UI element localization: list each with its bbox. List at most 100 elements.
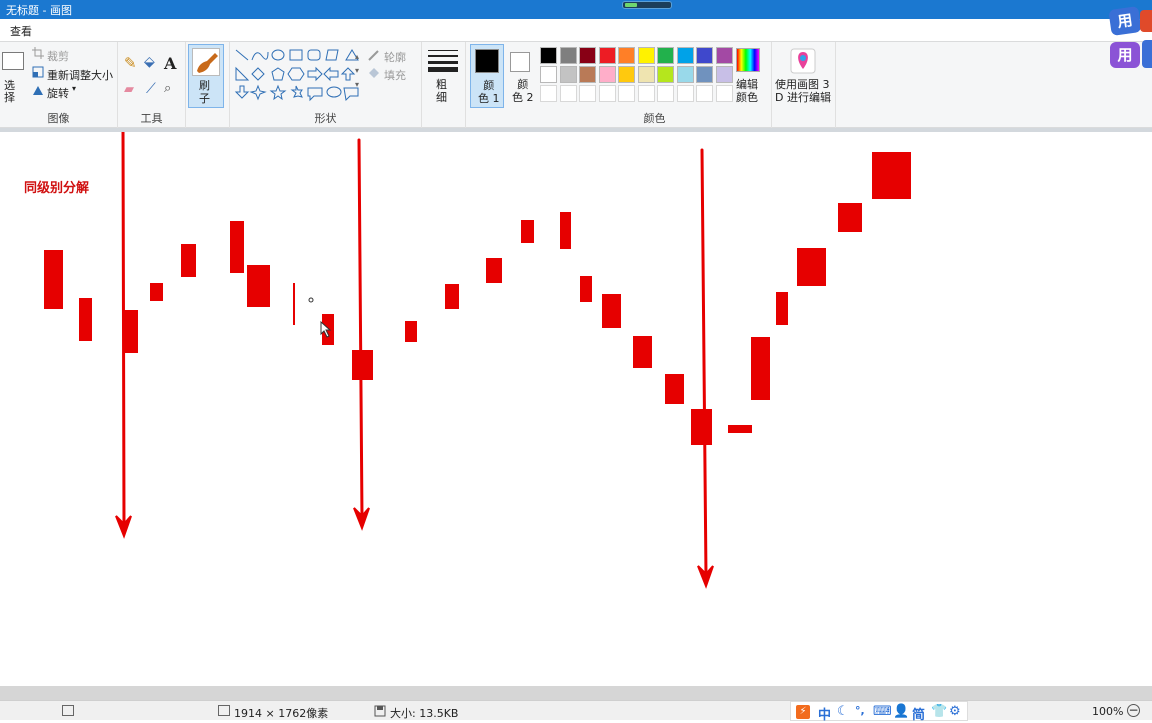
shapes-gallery[interactable]	[234, 48, 362, 104]
fill-icon[interactable]: ⬙	[144, 54, 155, 70]
color-swatch[interactable]	[540, 66, 557, 83]
tools-group: ✎ ⬙ A ▰ ⟋ ⌕ 工具	[118, 42, 186, 128]
ime-keyboard-icon[interactable]: ⌨	[873, 704, 892, 719]
red-block	[872, 152, 911, 199]
edit-colors-button[interactable]: 编辑 颜色	[736, 78, 758, 104]
fill-button[interactable]: 填充	[384, 67, 406, 83]
shapes-scroll[interactable]: ▴ ▾ ▾	[355, 50, 359, 92]
window-title: 无标题 - 画图	[6, 4, 72, 17]
custom-color-slot[interactable]	[618, 85, 635, 102]
paint3d-group: 使用画图 3 D 进行编辑	[772, 42, 836, 128]
dimensions-text: 1914 × 1762像素	[234, 707, 329, 720]
color-swatch[interactable]	[618, 47, 635, 64]
color-swatch[interactable]	[598, 66, 616, 83]
ime-user-icon[interactable]: 👤	[893, 704, 909, 719]
color1-button[interactable]: 颜 色 1	[470, 44, 504, 108]
custom-color-slot[interactable]	[676, 85, 694, 102]
color2-button[interactable]: 颜 色 2	[506, 44, 538, 108]
color-picker-icon[interactable]: ⟋	[146, 81, 156, 97]
edit-colors-icon[interactable]	[736, 48, 760, 72]
custom-color-slot[interactable]	[657, 85, 674, 102]
eraser-icon[interactable]: ▰	[124, 82, 134, 97]
color-swatch[interactable]	[559, 47, 577, 64]
color-swatch[interactable]	[579, 47, 596, 64]
brush-label: 刷 子	[199, 79, 210, 105]
ime-punct-icon[interactable]: °,	[855, 704, 865, 717]
red-block	[150, 283, 163, 301]
red-block	[691, 409, 712, 445]
color-swatch[interactable]	[540, 47, 557, 64]
custom-color-slot[interactable]	[559, 85, 577, 102]
down-arrow-line	[357, 138, 364, 520]
floating-widget-b[interactable]: 用	[1110, 42, 1140, 68]
red-block	[665, 374, 684, 404]
color-swatch[interactable]	[637, 47, 655, 64]
size-button[interactable]: 粗 细	[436, 78, 447, 104]
shapes-group-label: 形状	[314, 112, 337, 125]
canvas-scroll-area	[0, 686, 1152, 700]
tools-group-label: 工具	[140, 112, 163, 125]
cursor-position-icon	[62, 705, 74, 716]
red-block	[776, 292, 788, 325]
brush-button[interactable]: 刷 子	[188, 44, 224, 108]
red-block	[797, 248, 826, 286]
small-dot	[308, 297, 314, 303]
color-swatch[interactable]	[598, 47, 616, 64]
custom-color-slot[interactable]	[579, 85, 596, 102]
image-group-label: 图像	[47, 112, 70, 125]
color-swatch[interactable]	[579, 66, 596, 83]
color-swatch[interactable]	[696, 47, 713, 64]
rotate-button[interactable]: 旋转	[47, 85, 69, 101]
color-swatch[interactable]	[715, 47, 733, 64]
color-swatch[interactable]	[696, 66, 713, 83]
resize-button[interactable]: 重新调整大小	[47, 67, 113, 83]
color-swatch[interactable]	[657, 66, 674, 83]
paint3d-icon	[790, 48, 816, 74]
red-block	[560, 212, 571, 249]
color-swatch[interactable]	[559, 66, 577, 83]
menu-bar: 查看	[0, 19, 1152, 41]
red-block	[838, 203, 862, 232]
magnifier-icon[interactable]: ⌕	[164, 81, 171, 96]
brush-icon	[192, 48, 220, 76]
color-swatch[interactable]	[715, 66, 733, 83]
network-indicator	[622, 1, 672, 9]
fill-shape-icon	[369, 68, 379, 78]
zoom-out-button[interactable]: −	[1127, 704, 1140, 717]
text-icon[interactable]: A	[164, 54, 176, 73]
ime-simplified[interactable]: 简	[912, 704, 925, 723]
menu-view[interactable]: 查看	[10, 23, 32, 39]
select-icon[interactable]	[2, 52, 24, 70]
color-swatch[interactable]	[637, 66, 655, 83]
brush-group: 刷 子	[186, 42, 230, 128]
outline-button[interactable]: 轮廓	[384, 49, 406, 65]
custom-color-slot[interactable]	[540, 85, 557, 102]
dimensions-icon	[218, 705, 230, 716]
color-swatch[interactable]	[657, 47, 674, 64]
ime-moon-icon[interactable]: ☾	[837, 704, 849, 719]
pencil-icon[interactable]: ✎	[124, 54, 137, 72]
zoom-text: 100%	[1092, 705, 1124, 718]
ime-logo-icon[interactable]: ⚡	[796, 705, 810, 719]
drawing-canvas[interactable]: 同级别分解	[0, 132, 1152, 686]
paint3d-button[interactable]: 使用画图 3 D 进行编辑	[775, 78, 831, 104]
custom-color-slot[interactable]	[598, 85, 616, 102]
down-arrow-line	[700, 148, 708, 578]
custom-color-slot[interactable]	[715, 85, 733, 102]
size-group: 粗 细	[422, 42, 466, 128]
ime-skin-icon[interactable]: 👕	[931, 704, 947, 719]
ime-mode-chinese[interactable]: 中	[818, 704, 831, 723]
select-button[interactable]: 选 择	[4, 80, 15, 104]
ime-settings-icon[interactable]: ⚙	[949, 704, 961, 719]
color-swatch[interactable]	[676, 66, 694, 83]
crop-button[interactable]: 裁剪	[47, 48, 69, 64]
color-swatch[interactable]	[618, 66, 635, 83]
red-block	[405, 321, 417, 342]
custom-color-slot[interactable]	[637, 85, 655, 102]
rotate-dropdown-icon[interactable]: ▾	[72, 84, 76, 93]
color2-swatch	[510, 52, 530, 72]
custom-color-slot[interactable]	[696, 85, 713, 102]
red-block	[486, 258, 502, 283]
color-swatch[interactable]	[676, 47, 694, 64]
floating-widget-a[interactable]: 用	[1108, 6, 1142, 36]
